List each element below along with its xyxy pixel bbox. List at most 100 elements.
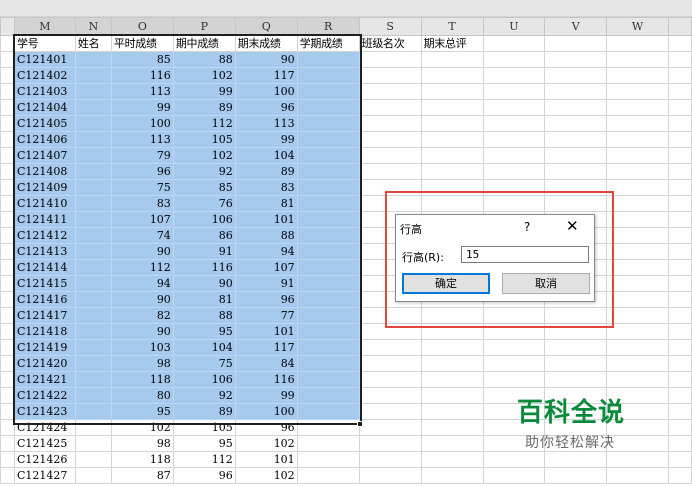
cell[interactable] [74,339,112,356]
cell[interactable] [358,83,422,100]
header-cell[interactable]: 班级名次 [358,35,422,52]
cell[interactable]: 89 [172,99,236,116]
cell[interactable]: 96 [110,163,174,180]
cell[interactable] [667,403,692,420]
cell[interactable] [606,259,669,276]
cell[interactable] [74,163,112,180]
cell[interactable] [358,67,422,84]
cell[interactable] [74,291,112,308]
column-header[interactable]: S [358,17,422,36]
cell[interactable] [667,467,692,484]
cell[interactable] [544,179,608,196]
header-cell[interactable]: 平时成绩 [110,35,174,52]
cell[interactable]: 82 [110,307,174,324]
cell[interactable] [420,163,484,180]
cell[interactable] [667,323,692,340]
cell[interactable] [667,147,692,164]
cell[interactable] [482,99,546,116]
cell[interactable]: 99 [234,387,298,404]
cell[interactable] [296,131,360,148]
cell[interactable]: 112 [172,451,236,468]
cell[interactable] [544,451,608,468]
cell[interactable] [606,227,669,244]
cell[interactable]: 113 [110,83,174,100]
cell[interactable] [667,451,692,468]
cell[interactable]: 83 [110,195,174,212]
cell[interactable] [606,435,669,452]
cell[interactable] [74,227,112,244]
cell[interactable]: 99 [172,83,236,100]
cell[interactable] [420,195,484,212]
student-id-cell[interactable]: C121420 [13,355,76,372]
cell[interactable] [420,99,484,116]
cell[interactable] [667,291,692,308]
cell[interactable] [606,163,669,180]
cell[interactable] [296,419,360,436]
cell[interactable]: 90 [110,323,174,340]
cell[interactable]: 113 [234,115,298,132]
cell[interactable]: 106 [172,371,236,388]
cell[interactable]: 77 [234,307,298,324]
cell[interactable] [544,339,608,356]
cell[interactable] [667,339,692,356]
header-cell[interactable]: 学号 [13,35,76,52]
column-header[interactable]: U [482,17,546,36]
header-cell[interactable] [606,35,669,52]
cell[interactable] [74,259,112,276]
cell[interactable] [544,131,608,148]
cell[interactable] [667,35,692,52]
cell[interactable] [482,147,546,164]
cell[interactable]: 118 [110,451,174,468]
cell[interactable]: 102 [172,147,236,164]
cell[interactable] [358,419,422,436]
cell[interactable] [74,211,112,228]
cell[interactable] [667,243,692,260]
cell[interactable] [606,131,669,148]
cell[interactable] [358,195,422,212]
cell[interactable]: 100 [234,83,298,100]
cell[interactable] [296,147,360,164]
cell[interactable] [358,115,422,132]
cell[interactable] [296,451,360,468]
column-header[interactable]: P [172,17,236,36]
cell[interactable]: 95 [172,323,236,340]
cell[interactable] [667,163,692,180]
cell[interactable] [482,131,546,148]
student-id-cell[interactable]: C121422 [13,387,76,404]
cell[interactable] [296,435,360,452]
cell[interactable] [544,323,608,340]
cell[interactable] [482,323,546,340]
cell[interactable]: 94 [110,275,174,292]
column-header[interactable]: V [544,17,608,36]
cell[interactable]: 89 [172,403,236,420]
cell[interactable] [74,147,112,164]
cell[interactable] [296,83,360,100]
cell[interactable]: 87 [110,467,174,484]
cell[interactable]: 90 [234,51,298,68]
cell[interactable] [606,83,669,100]
cell[interactable] [667,227,692,244]
cell[interactable]: 112 [110,259,174,276]
student-id-cell[interactable]: C121417 [13,307,76,324]
cell[interactable] [544,163,608,180]
cell[interactable] [358,339,422,356]
cell[interactable] [420,147,484,164]
cell[interactable] [296,275,360,292]
column-header[interactable]: R [296,17,360,36]
cell[interactable]: 116 [110,67,174,84]
student-id-cell[interactable]: C121427 [13,467,76,484]
student-id-cell[interactable]: C121408 [13,163,76,180]
student-id-cell[interactable]: C121416 [13,291,76,308]
cell[interactable] [420,83,484,100]
cell[interactable] [606,179,669,196]
cell[interactable] [544,115,608,132]
student-id-cell[interactable]: C121409 [13,179,76,196]
cell[interactable] [358,99,422,116]
cell[interactable] [358,371,422,388]
cell[interactable] [482,83,546,100]
cell[interactable] [606,211,669,228]
cell[interactable] [74,323,112,340]
cell[interactable] [74,99,112,116]
cell[interactable] [74,419,112,436]
cell[interactable] [358,451,422,468]
